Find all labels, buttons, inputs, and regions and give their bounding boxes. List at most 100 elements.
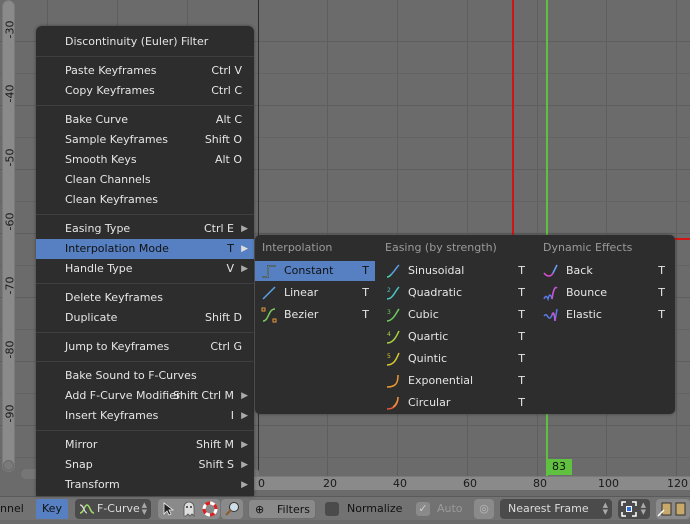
elastic-icon [543, 308, 558, 322]
menu-item-handle-type[interactable]: Handle Type V ▶ [36, 259, 254, 279]
menu-item-copy-keyframes[interactable]: Copy Keyframes Ctrl C [36, 81, 254, 101]
menu-separator [36, 430, 254, 431]
submenu-item-back[interactable]: Back T [537, 261, 671, 281]
menu-item-snap[interactable]: Snap Shift S ▶ [36, 455, 254, 475]
submenu-item-elastic[interactable]: Elastic T [537, 305, 671, 325]
normalize-checkbox[interactable] [325, 502, 339, 516]
item-label: Cubic [408, 308, 439, 321]
x-tick-label: 60 [463, 477, 477, 490]
copy-icon[interactable] [657, 501, 673, 517]
circular-icon [386, 396, 399, 410]
ghost-icon[interactable] [179, 499, 199, 519]
auto-checkbox[interactable]: ✓ [416, 502, 430, 516]
auto-label: Auto [437, 502, 463, 515]
submenu-item-sinusoidal[interactable]: Sinusoidal T [379, 261, 531, 281]
cursor-x-line [512, 0, 514, 240]
menu-item-easing-type[interactable]: Easing Type Ctrl E ▶ [36, 219, 254, 239]
shortcut-label: T [518, 264, 525, 277]
menu-item-clean-keyframes[interactable]: Clean Keyframes [36, 190, 254, 210]
shortcut-label: I [230, 409, 234, 422]
menu-item-duplicate[interactable]: Duplicate Shift D [36, 308, 254, 328]
menu-item-paste-keyframes[interactable]: Paste Keyframes Ctrl V [36, 61, 254, 81]
submenu-item-quintic[interactable]: 5 Quintic T [379, 349, 531, 369]
x-tick-label: 80 [533, 477, 547, 490]
bounce-icon [543, 286, 558, 301]
item-label: Back [566, 264, 593, 277]
key-menu-button[interactable]: Key [36, 499, 68, 519]
item-label: Handle Type [65, 262, 133, 275]
item-label: Elastic [566, 308, 602, 321]
menu-item-clean-channels[interactable]: Clean Channels [36, 170, 254, 190]
item-label: Delete Keyframes [65, 291, 163, 304]
paste-icon[interactable] [674, 501, 690, 517]
y-tick-label: -50 [3, 148, 17, 167]
pivot-select[interactable]: ▲ ▼ [618, 499, 650, 519]
submenu-item-circular[interactable]: Circular T [379, 393, 531, 413]
item-label: Mirror [65, 438, 98, 451]
shortcut-label: T [518, 352, 525, 365]
frame-ruler[interactable]: 0 20 40 60 80 100 120 [254, 476, 690, 490]
item-label: Copy Keyframes [65, 84, 155, 97]
shortcut-label: T [518, 330, 525, 343]
shortcut-label: Shift S [198, 458, 234, 471]
svg-text:5: 5 [387, 353, 391, 360]
channel-menu[interactable]: nnel [0, 499, 24, 519]
item-label: Duplicate [65, 311, 118, 324]
submenu-item-bezier[interactable]: Bezier T [255, 305, 375, 325]
item-label: Smooth Keys [65, 153, 137, 166]
menu-item-insert-keyframes[interactable]: Insert Keyframes I ▶ [36, 406, 254, 426]
shortcut-label: Shift O [204, 133, 242, 146]
item-label: Bezier [284, 308, 319, 321]
submenu-arrow-icon: ▶ [241, 264, 248, 274]
shortcut-label: T [362, 264, 369, 277]
submenu-item-linear[interactable]: Linear T [255, 283, 375, 303]
menu-separator [36, 105, 254, 106]
spinner-icon: ▲ ▼ [640, 501, 646, 516]
menu-item-smooth-keys[interactable]: Smooth Keys Alt O [36, 150, 254, 170]
item-label: Sample Keyframes [65, 133, 169, 146]
submenu-item-cubic[interactable]: 3 Cubic T [379, 305, 531, 325]
sinusoidal-icon [386, 264, 400, 278]
item-label: Bake Sound to F-Curves [65, 369, 197, 382]
menu-item-jump-to-keyframes[interactable]: Jump to Keyframes Ctrl G [36, 337, 254, 357]
menu-item-bake-curve[interactable]: Bake Curve Alt C [36, 110, 254, 130]
shortcut-label: Shift Ctrl M [172, 389, 234, 402]
copy-paste-group [656, 499, 690, 519]
item-label: Circular [408, 396, 451, 409]
magnifier-icon[interactable] [221, 499, 243, 519]
shortcut-label: Alt C [215, 113, 242, 126]
y-tick-label: -80 [3, 340, 17, 359]
submenu-item-quartic[interactable]: 4 Quartic T [379, 327, 531, 347]
item-label: Linear [284, 286, 319, 299]
quintic-icon: 5 [386, 352, 400, 366]
pointer-icon[interactable] [158, 499, 178, 519]
item-label: Exponential [408, 374, 474, 387]
x-tick-label: 100 [598, 477, 619, 490]
submenu-item-exponential[interactable]: Exponential T [379, 371, 531, 391]
menu-item-transform[interactable]: Transform ▶ [36, 475, 254, 495]
menu-item-delete-keyframes[interactable]: Delete Keyframes [36, 288, 254, 308]
cubic-icon: 3 [386, 308, 400, 322]
menu-item-mirror[interactable]: Mirror Shift M ▶ [36, 435, 254, 455]
submenu-arrow-icon: ▶ [241, 244, 248, 254]
vertical-scrollbar[interactable]: -30 -40 -50 -60 -70 -80 -90 [2, 0, 17, 472]
auto-snap-select[interactable]: Nearest Frame ▲ ▼ [500, 499, 612, 519]
menu-item-add-fcurve-modifier[interactable]: Add F-Curve Modifier Shift Ctrl M ▶ [36, 386, 254, 406]
menu-item-interpolation-mode[interactable]: Interpolation Mode T ▶ [36, 239, 254, 259]
lifebuoy-icon[interactable] [200, 499, 220, 519]
menu-item-bake-sound[interactable]: Bake Sound to F-Curves [36, 366, 254, 386]
proportional-edit-icon[interactable]: ◎ [474, 499, 494, 519]
shortcut-label: V [226, 262, 234, 275]
item-label: Constant [284, 264, 334, 277]
menu-item-discontinuity-filter[interactable]: Discontinuity (Euler) Filter [36, 32, 254, 52]
submenu-item-constant[interactable]: Constant T [255, 261, 375, 281]
submenu-item-quadratic[interactable]: 2 Quadratic T [379, 283, 531, 303]
submenu-item-bounce[interactable]: Bounce T [537, 283, 671, 303]
vertical-scroll-handle[interactable] [3, 460, 14, 471]
mode-select[interactable]: F-Curve ▲ ▼ [75, 499, 151, 519]
current-frame-badge[interactable]: 83 [546, 459, 572, 475]
menu-separator [36, 214, 254, 215]
shortcut-label: T [658, 286, 665, 299]
menu-item-sample-keyframes[interactable]: Sample Keyframes Shift O [36, 130, 254, 150]
filters-button[interactable]: ⊕ Filters [248, 499, 316, 519]
